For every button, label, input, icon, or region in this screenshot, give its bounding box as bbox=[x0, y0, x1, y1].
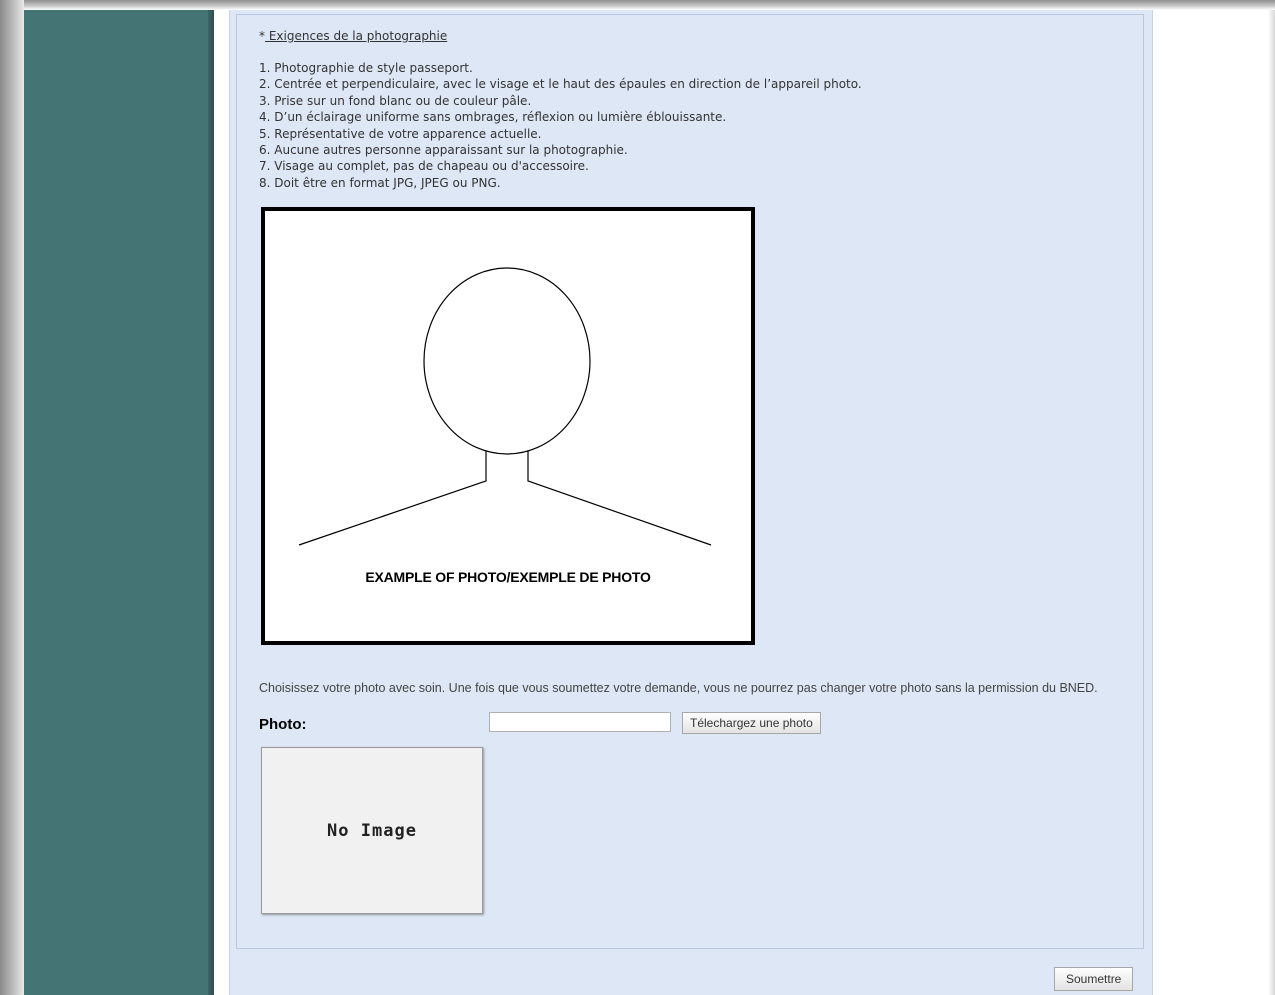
window-left-shadow bbox=[0, 0, 24, 995]
requirement-item: 4. D’un éclairage uniforme sans ombrages… bbox=[259, 110, 727, 125]
requirement-item: 5. Représentative de votre apparence act… bbox=[259, 126, 542, 141]
photo-preview: No Image bbox=[261, 747, 483, 914]
requirements-title: * Exigences de la photographie bbox=[259, 29, 447, 43]
requirement-item: 1. Photographie de style passeport. bbox=[259, 61, 473, 75]
window-right-shadow bbox=[1268, 10, 1275, 995]
window-top-shadow bbox=[0, 0, 1275, 10]
photo-file-input[interactable] bbox=[489, 712, 671, 732]
left-shoulder-line bbox=[298, 451, 487, 546]
main-content: * Exigences de la photographie 1. Photog… bbox=[229, 10, 1153, 995]
upload-photo-button[interactable]: Télechargez une photo bbox=[682, 712, 821, 734]
left-sidebar bbox=[24, 10, 214, 995]
head-outline bbox=[423, 267, 591, 455]
photo-section-panel: * Exigences de la photographie 1. Photog… bbox=[236, 14, 1144, 949]
requirements-list: 1. Photographie de style passeport. 2. C… bbox=[259, 60, 862, 191]
right-shoulder-line bbox=[527, 451, 712, 546]
requirements-link[interactable]: Exigences de la photographie bbox=[265, 29, 447, 43]
requirement-item: 8. Doit être en format JPG, JPEG ou PNG. bbox=[259, 175, 501, 190]
requirement-item: 2. Centrée et perpendiculaire, avec le v… bbox=[259, 77, 862, 92]
requirement-item: 6. Aucune autres personne apparaissant s… bbox=[259, 143, 628, 158]
example-photo: EXAMPLE OF PHOTO/EXEMPLE DE PHOTO bbox=[261, 207, 755, 645]
example-caption: EXAMPLE OF PHOTO/EXEMPLE DE PHOTO bbox=[365, 569, 651, 585]
requirement-item: 3. Prise sur un fond blanc ou de couleur… bbox=[259, 93, 532, 108]
submit-button[interactable]: Soumettre bbox=[1054, 967, 1134, 991]
photo-instruction: Choisissez votre photo avec soin. Une fo… bbox=[259, 681, 1098, 695]
photo-label: Photo: bbox=[259, 716, 307, 733]
requirement-item: 7. Visage au complet, pas de chapeau ou … bbox=[259, 159, 589, 174]
no-image-text: No Image bbox=[327, 820, 417, 841]
sidebar-gap bbox=[214, 10, 229, 995]
